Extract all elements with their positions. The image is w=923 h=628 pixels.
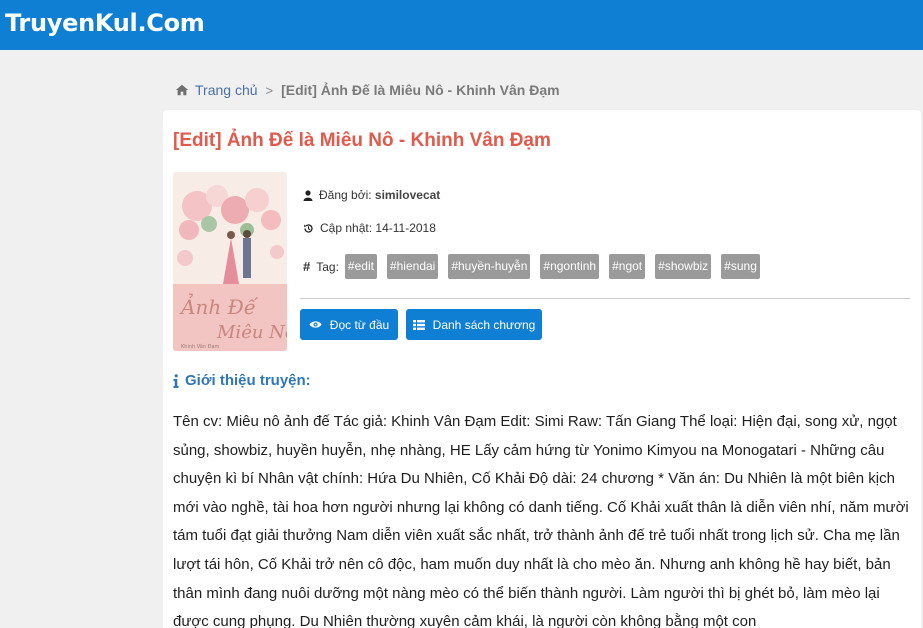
home-icon	[175, 84, 189, 96]
chapter-list-button[interactable]: Danh sách chương	[406, 309, 542, 340]
story-cover-image[interactable]: Ảnh Đế Miêu Nô Khinh Vân Đạm	[173, 172, 287, 351]
story-card: [Edit] Ảnh Đế là Miêu Nô - Khinh Vân Đạm…	[163, 110, 921, 628]
breadcrumb: Trang chủ > [Edit] Ảnh Đế là Miêu Nô - K…	[175, 82, 560, 98]
cover-small-text: Khinh Vân Đạm	[181, 343, 220, 350]
cover-title-line1: Ảnh Đế	[179, 293, 259, 319]
history-icon	[304, 223, 313, 233]
list-icon	[412, 319, 425, 330]
breadcrumb-current: [Edit] Ảnh Đế là Miêu Nô - Khinh Vân Đạm	[281, 82, 560, 98]
read-from-start-button[interactable]: Đọc từ đầu	[300, 309, 398, 340]
tag-badge[interactable]: #ngontinh	[540, 254, 600, 279]
story-description: Tên cv: Miêu nô ảnh đế Tác giả: Khinh Vâ…	[173, 413, 909, 628]
story-title: [Edit] Ảnh Đế là Miêu Nô - Khinh Vân Đạm	[173, 130, 551, 151]
info-icon	[173, 373, 179, 388]
breadcrumb-home-link[interactable]: Trang chủ	[195, 82, 258, 98]
user-icon	[303, 189, 313, 201]
tag-badge[interactable]: #ngot	[609, 254, 646, 279]
tag-badge[interactable]: #showbiz	[655, 254, 712, 279]
tag-badge[interactable]: #hiendai	[386, 254, 439, 279]
updated-row: Cập nhật: 14-11-2018	[303, 221, 436, 235]
eye-icon	[309, 321, 322, 328]
tag-badge[interactable]: #sung	[721, 254, 760, 279]
breadcrumb-separator: >	[265, 82, 274, 98]
cover-title-line2: Miêu Nô	[216, 322, 287, 343]
top-navbar: TruyenKul.Com	[0, 0, 923, 50]
tag-list: # Tag: #edit #hiendai #huyền-huyễn #ngon…	[303, 254, 770, 279]
site-logo[interactable]: TruyenKul.Com	[5, 9, 205, 37]
tag-badge[interactable]: #huyền-huyễn	[448, 254, 531, 279]
posted-by-value[interactable]: similovecat	[375, 188, 440, 202]
tags-label: Tag:	[316, 259, 339, 274]
posted-by-label: Đăng bởi:	[319, 188, 372, 202]
divider	[300, 298, 910, 299]
posted-by-row: Đăng bởi: similovecat	[303, 188, 440, 202]
intro-heading: Giới thiệu truyện:	[173, 372, 311, 389]
updated-label: Cập nhật:	[320, 221, 373, 235]
tag-badge[interactable]: #edit	[344, 254, 377, 279]
updated-value: 14-11-2018	[375, 221, 436, 235]
intro-heading-text: Giới thiệu truyện:	[185, 372, 311, 389]
chapter-list-label: Danh sách chương	[432, 317, 536, 332]
read-from-start-label: Đọc từ đầu	[329, 317, 390, 332]
hashtag-icon: #	[303, 259, 311, 274]
